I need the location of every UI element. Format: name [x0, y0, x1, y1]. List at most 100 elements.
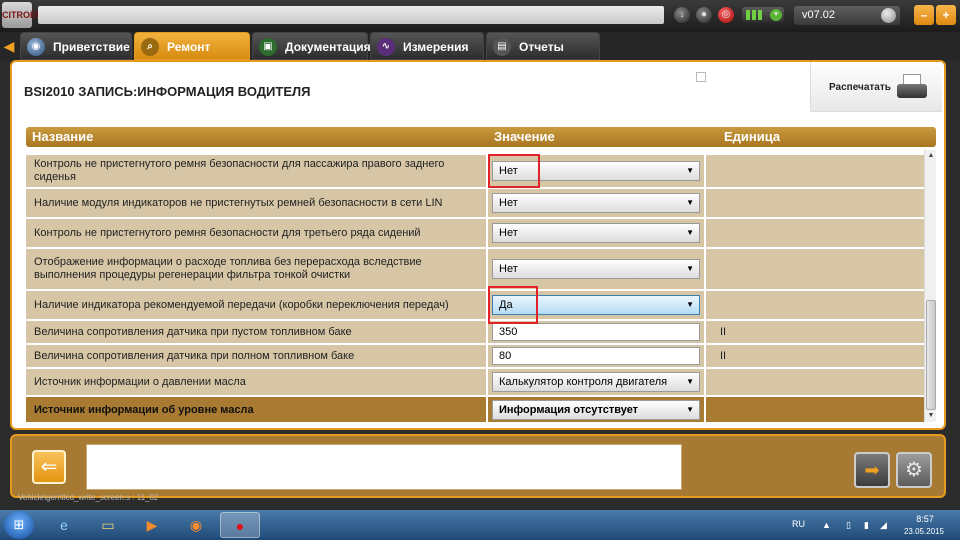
title-field — [38, 6, 664, 24]
documentation-icon: ▣ — [259, 38, 277, 56]
bottom-panel: ⇐ ➡ ⚙ — [10, 434, 946, 498]
value-select[interactable]: Нет ▼ — [492, 223, 700, 243]
tab-scroll-left-icon[interactable]: ◀ — [0, 36, 18, 56]
printer-icon — [895, 72, 929, 102]
value-input[interactable]: 80 — [492, 347, 700, 365]
clock-date[interactable]: 23.05.2015 — [898, 527, 950, 536]
media-player-icon[interactable]: ▶ — [132, 512, 172, 538]
value-cell: Калькулятор контроля двигателя ▼ — [488, 369, 704, 395]
value-cell: Нет ▼ — [488, 189, 704, 217]
screen-path-label: Vehicle\gen\tlcd_write_screen.s : 11_02 — [18, 493, 159, 502]
clock-time[interactable]: 8:57 — [910, 514, 940, 524]
tab-repair[interactable]: ⌕ Ремонт — [134, 32, 250, 60]
record-icon[interactable]: ◎ — [718, 7, 734, 23]
parameter-name: Наличие модуля индикаторов не пристегнут… — [26, 189, 486, 217]
value-select[interactable]: Калькулятор контроля двигателя ▼ — [492, 372, 700, 392]
arrow-left-icon: ⇐ — [40, 456, 58, 478]
value-select[interactable]: Нет ▼ — [492, 259, 700, 279]
message-box — [86, 444, 682, 490]
unit-cell — [706, 219, 924, 247]
tab-documentation[interactable]: ▣ Документация — [252, 32, 371, 60]
network-icon[interactable]: ▮ — [864, 520, 872, 530]
user-icon[interactable]: ● — [696, 7, 712, 23]
unit-cell — [706, 397, 924, 422]
windows-taskbar: ⊞ e ▭ ▶ ◉ ● RU ▲ ▯ ▮ ◢ 8:57 23.05.2015 — [0, 510, 960, 540]
next-button[interactable]: ➡ — [854, 452, 890, 488]
page-title: BSI2010 ЗАПИСЬ:ИНФОРМАЦИЯ ВОДИТЕЛЯ — [24, 84, 311, 99]
citroen-logo: CITROËN — [2, 2, 43, 28]
greeting-icon: ◉ — [27, 38, 45, 56]
tab-label: Документация — [285, 40, 371, 54]
tray-arrow-icon[interactable]: ▲ — [822, 520, 831, 530]
tab-greeting[interactable]: ◉ Приветствие — [20, 32, 132, 60]
tab-label: Отчеты — [519, 40, 564, 54]
dropdown-arrow-icon: ▼ — [686, 264, 694, 273]
column-header-name[interactable]: Название — [32, 129, 93, 144]
tab-reports[interactable]: ▤ Отчеты — [486, 32, 600, 60]
vertical-scrollbar[interactable]: ▲ ▼ — [924, 150, 936, 422]
minimize-button[interactable]: – — [914, 5, 934, 25]
main-panel: BSI2010 ЗАПИСЬ:ИНФОРМАЦИЯ ВОДИТЕЛЯ Распе… — [10, 60, 946, 430]
gear-icon: ⚙ — [905, 459, 923, 481]
unit-cell — [706, 291, 924, 319]
dropdown-arrow-icon: ▼ — [686, 228, 694, 237]
language-indicator[interactable]: RU — [792, 519, 805, 529]
start-button[interactable]: ⊞ — [4, 511, 34, 539]
magnifier-icon: ⌕ — [141, 38, 159, 56]
folder-icon[interactable]: ▭ — [88, 512, 128, 538]
parameter-name: Отображение информации о расходе топлива… — [26, 249, 486, 289]
diagbox-app-icon[interactable]: ● — [220, 512, 260, 538]
table-row: Контроль не пристегнутого ремня безопасн… — [26, 155, 924, 187]
table-row-selected: Источник информации об уровне масла Инфо… — [26, 397, 924, 422]
parameter-name: Величина сопротивления датчика при полно… — [26, 345, 486, 367]
version-label: v07.02 — [794, 6, 900, 25]
plus-icon: + — [770, 9, 782, 21]
firefox-icon[interactable]: ◉ — [176, 512, 216, 538]
parameter-name: Контроль не пристегнутого ремня безопасн… — [26, 155, 486, 187]
scroll-thumb[interactable] — [926, 300, 936, 410]
battery-icon[interactable]: ▯ — [846, 520, 854, 530]
parameter-name: Величина сопротивления датчика при пусто… — [26, 321, 486, 343]
unit-cell: II — [706, 321, 924, 343]
parameter-table: Контроль не пристегнутого ремня безопасн… — [26, 150, 924, 422]
value-cell: 80 — [488, 345, 704, 367]
back-button[interactable]: ⇐ — [32, 450, 66, 484]
scroll-down-arrow-icon[interactable]: ▼ — [925, 410, 937, 422]
value-select[interactable]: Информация отсутствует ▼ — [492, 400, 700, 420]
measurement-icon: ∿ — [377, 38, 395, 56]
scroll-up-arrow-icon[interactable]: ▲ — [925, 150, 937, 162]
value-select[interactable]: Нет ▼ — [492, 193, 700, 213]
unit-cell: II — [706, 345, 924, 367]
table-row: Отображение информации о расходе топлива… — [26, 249, 924, 289]
unit-cell — [706, 155, 924, 187]
download-icon[interactable]: ↓ — [674, 7, 690, 23]
table-row: Величина сопротивления датчика при полно… — [26, 345, 924, 367]
table-row: Наличие индикатора рекомендуемой передач… — [26, 291, 924, 319]
dropdown-arrow-icon: ▼ — [686, 166, 694, 175]
column-header-unit[interactable]: Единица — [724, 129, 780, 144]
print-label: Распечатать — [829, 82, 891, 93]
tab-measurements[interactable]: ∿ Измерения — [370, 32, 484, 60]
red-highlight-box — [488, 154, 540, 188]
red-highlight-box — [488, 286, 538, 324]
dropdown-arrow-icon: ▼ — [686, 198, 694, 207]
column-header-value[interactable]: Значение — [494, 129, 555, 144]
value-cell: Нет ▼ — [488, 219, 704, 247]
table-row: Контроль не пристегнутого ремня безопасн… — [26, 219, 924, 247]
grid-header: Название Значение Единица — [26, 127, 936, 147]
close-button[interactable]: + — [936, 5, 956, 25]
print-button[interactable]: Распечатать — [810, 62, 942, 112]
reports-icon: ▤ — [493, 38, 511, 56]
title-checkbox[interactable] — [696, 72, 706, 82]
version-knob-icon[interactable] — [881, 8, 896, 23]
parameter-name: Наличие индикатора рекомендуемой передач… — [26, 291, 486, 319]
table-row: Источник информации о давлении масла Кал… — [26, 369, 924, 395]
dropdown-arrow-icon: ▼ — [686, 300, 694, 309]
internet-explorer-icon[interactable]: e — [44, 512, 84, 538]
settings-button[interactable]: ⚙ — [896, 452, 932, 488]
value-input[interactable]: 350 — [492, 323, 700, 341]
tab-bar: ◀ ◉ Приветствие ⌕ Ремонт ▣ Документация … — [0, 32, 960, 60]
table-row: Величина сопротивления датчика при пусто… — [26, 321, 924, 343]
unit-cell — [706, 189, 924, 217]
volume-icon[interactable]: ◢ — [880, 520, 888, 530]
